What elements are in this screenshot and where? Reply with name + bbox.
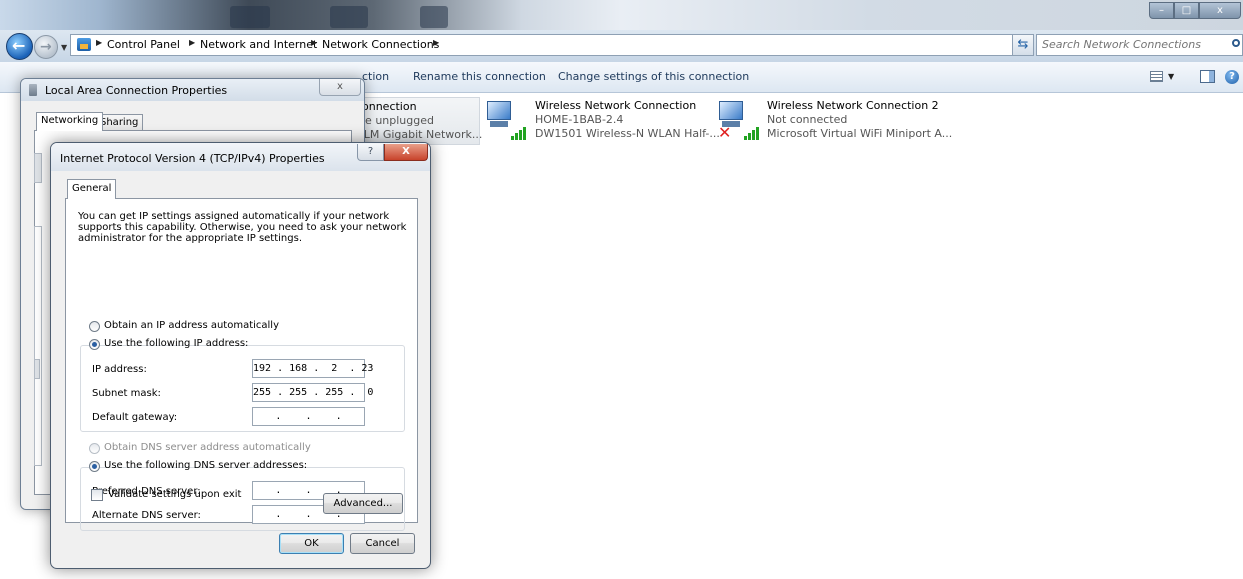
radio-selected[interactable] xyxy=(89,339,100,350)
connection-name: onnection xyxy=(362,100,417,113)
radio-disabled xyxy=(89,443,100,454)
connection-status: Not connected xyxy=(767,113,848,126)
forward-button[interactable]: → xyxy=(34,35,58,59)
search-input[interactable] xyxy=(1042,38,1212,51)
install-button[interactable] xyxy=(34,359,40,379)
connection-device: DW1501 Wireless-N WLAN Half-... xyxy=(535,127,720,140)
ipv4-properties-dialog: Internet Protocol Version 4 (TCP/IPv4) P… xyxy=(50,142,431,569)
use-following-ip-option[interactable]: Use the following IP address: xyxy=(89,338,248,352)
dialog-title: Internet Protocol Version 4 (TCP/IPv4) P… xyxy=(60,152,325,165)
option-label: Use the following DNS server addresses: xyxy=(104,460,308,471)
taskbar-preview xyxy=(230,6,270,28)
views-dropdown-icon[interactable]: ▼ xyxy=(1168,72,1174,81)
connection-status: le unplugged xyxy=(362,114,434,127)
connection-item-wireless[interactable]: Wireless Network Connection HOME-1BAB-2.… xyxy=(485,97,720,145)
window-title-bar: – □ x xyxy=(0,0,1243,30)
help-button[interactable]: ? xyxy=(357,144,384,161)
cancel-button[interactable]: Cancel xyxy=(350,533,415,554)
change-settings-command[interactable]: Change settings of this connection xyxy=(558,70,749,83)
breadcrumb-control-panel[interactable]: Control Panel xyxy=(107,38,180,51)
refresh-button[interactable]: ⇆ xyxy=(1012,34,1034,56)
search-box[interactable] xyxy=(1036,34,1243,56)
connection-name: Wireless Network Connection 2 xyxy=(767,99,939,112)
radio-unselected[interactable] xyxy=(89,321,100,332)
minimize-button[interactable]: – xyxy=(1149,2,1174,19)
control-panel-icon xyxy=(77,38,91,51)
alternate-dns-label: Alternate DNS server: xyxy=(92,510,201,521)
breadcrumb-network-connections[interactable]: Network Connections xyxy=(322,38,439,51)
close-button[interactable]: X xyxy=(384,144,428,161)
general-tab-panel: You can get IP settings assigned automat… xyxy=(65,198,418,531)
refresh-icon: ⇆ xyxy=(1017,37,1029,52)
ok-button[interactable]: OK xyxy=(279,533,344,554)
subnet-mask-label: Subnet mask: xyxy=(92,388,161,399)
network-computer-icon xyxy=(487,101,517,129)
validate-settings-label: Validate settings upon exit xyxy=(108,489,242,500)
change-view-icon[interactable] xyxy=(1150,71,1163,82)
dialog-title-bar: Internet Protocol Version 4 (TCP/IPv4) P… xyxy=(51,143,430,171)
network-adapter-icon xyxy=(29,84,37,96)
close-button[interactable]: x xyxy=(1199,2,1241,19)
disconnected-x-icon: ✕ xyxy=(718,123,732,142)
close-button[interactable]: x xyxy=(319,79,361,96)
wifi-signal-icon xyxy=(511,126,527,140)
breadcrumb-network-and-internet[interactable]: Network and Internet xyxy=(200,38,317,51)
ip-address-field[interactable]: 192 . 168 . 2 . 23 xyxy=(252,359,373,378)
address-bar[interactable]: ▶ Control Panel ▶ Network and Internet ▶… xyxy=(70,34,1033,56)
option-label: Use the following IP address: xyxy=(104,338,249,349)
default-gateway-label: Default gateway: xyxy=(92,412,178,423)
connection-name: Wireless Network Connection xyxy=(535,99,697,112)
rename-connection-command[interactable]: Rename this connection xyxy=(413,70,546,83)
recent-pages-dropdown-icon[interactable]: ▼ xyxy=(61,43,67,52)
subnet-mask-field[interactable]: 255 . 255 . 255 . 0 xyxy=(252,383,373,402)
wifi-signal-icon xyxy=(744,126,760,140)
connection-item-local-area[interactable]: onnection le unplugged /LM Gigabit Netwo… xyxy=(355,97,483,145)
intro-text: You can get IP settings assigned automat… xyxy=(78,211,407,244)
validate-settings-checkbox[interactable] xyxy=(91,489,103,501)
advanced-button[interactable]: Advanced... xyxy=(323,493,403,514)
breadcrumb-separator-icon[interactable]: ▶ xyxy=(96,38,102,47)
breadcrumb-separator-icon[interactable]: ▶ xyxy=(189,38,195,47)
search-icon[interactable] xyxy=(1232,39,1240,47)
maximize-button[interactable]: □ xyxy=(1174,2,1199,19)
back-button[interactable]: ← xyxy=(6,33,33,60)
connection-item-wireless-2[interactable]: ✕ Wireless Network Connection 2 Not conn… xyxy=(716,97,953,145)
radio-selected[interactable] xyxy=(89,461,100,472)
connection-device: Microsoft Virtual WiFi Miniport A... xyxy=(767,127,953,140)
use-following-dns-option[interactable]: Use the following DNS server addresses: xyxy=(89,460,307,474)
connect-using-box xyxy=(34,153,42,183)
dialog-title: Local Area Connection Properties xyxy=(45,84,228,97)
address-row: ← → ▼ ▶ Control Panel ▶ Network and Inte… xyxy=(0,30,1243,62)
preview-pane-icon[interactable] xyxy=(1200,70,1215,83)
back-arrow-icon: ← xyxy=(12,36,26,55)
help-icon[interactable]: ? xyxy=(1225,70,1239,84)
items-list-box xyxy=(34,226,42,466)
taskbar-preview xyxy=(420,6,448,28)
tab-general[interactable]: General xyxy=(67,179,117,199)
diagnose-connection-command[interactable]: ction xyxy=(362,70,389,83)
forward-arrow-icon: → xyxy=(40,39,52,55)
dialog-title-bar: Local Area Connection Properties x xyxy=(21,79,364,101)
taskbar-preview xyxy=(330,6,368,28)
option-label: Obtain DNS server address automatically xyxy=(104,442,311,453)
breadcrumb-separator-icon[interactable]: ▶ xyxy=(433,38,439,47)
connection-status: HOME-1BAB-2.4 xyxy=(535,113,624,126)
tab-networking[interactable]: Networking xyxy=(36,112,104,131)
default-gateway-field[interactable]: . . . xyxy=(252,407,365,426)
option-label: Obtain an IP address automatically xyxy=(104,320,280,331)
breadcrumb-separator-icon[interactable]: ▶ xyxy=(311,38,317,47)
connection-device: /LM Gigabit Network... xyxy=(360,128,483,141)
ip-address-label: IP address: xyxy=(92,364,147,375)
